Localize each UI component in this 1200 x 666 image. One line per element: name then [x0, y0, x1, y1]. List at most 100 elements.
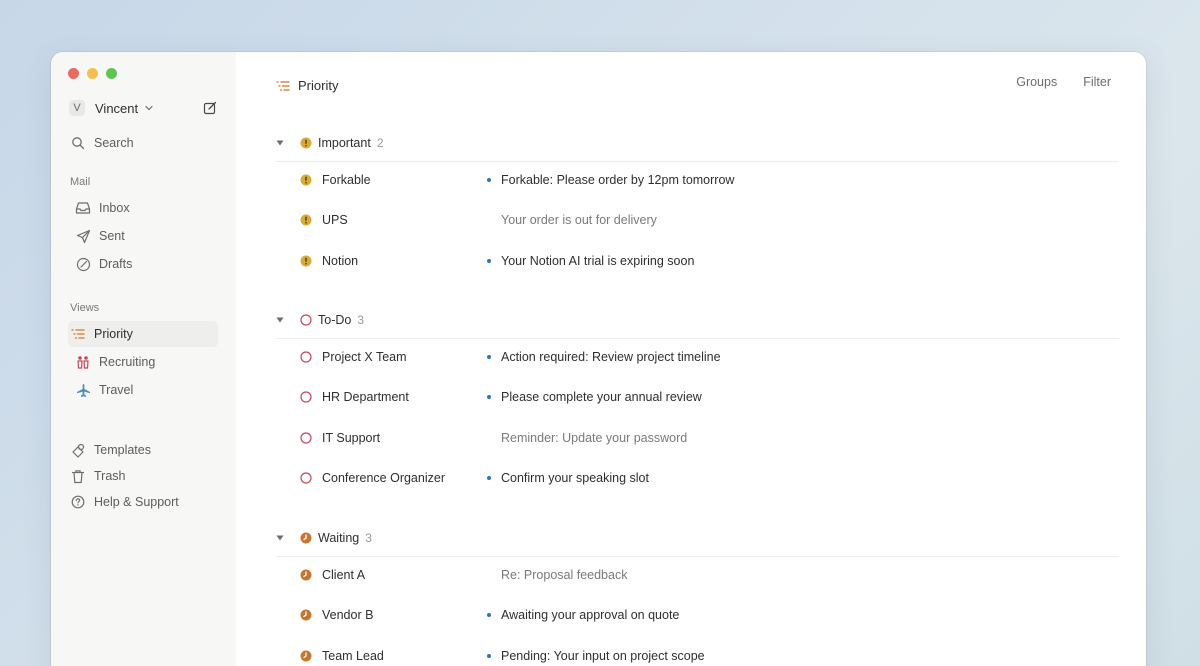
maximize-window-button[interactable] [106, 68, 117, 79]
sidebar-item-templates[interactable]: Templates [68, 437, 218, 463]
email-subject: Please complete your annual review [501, 390, 702, 405]
views-section-label: Views [70, 302, 100, 314]
exclamation-icon [300, 174, 312, 186]
email-sender: Notion [322, 253, 359, 268]
unread-dot [487, 613, 491, 618]
email-subject: Pending: Your input on project scope [501, 648, 705, 663]
send-icon [75, 228, 91, 244]
unread-dot [487, 395, 491, 400]
clock-icon [300, 532, 312, 544]
account-switcher[interactable]: V Vincent [69, 98, 218, 118]
exclamation-icon [300, 137, 312, 149]
email-sender: UPS [322, 213, 348, 228]
email-row[interactable]: Vendor B Awaiting your approval on quote [300, 605, 1119, 625]
email-subject: Action required: Review project timeline [501, 350, 721, 364]
search-button[interactable]: Search [68, 130, 218, 156]
circle-icon [300, 431, 312, 444]
sidebar-item-label: Inbox [99, 201, 130, 215]
unread-dot [487, 355, 491, 359]
unread-dot [487, 258, 491, 263]
chevron-down-icon [145, 105, 153, 111]
email-row[interactable]: Project X Team Action required: Review pr… [300, 347, 1119, 367]
sidebar-item-label: Recruiting [99, 355, 156, 369]
groups-button[interactable]: Groups [1016, 75, 1057, 89]
sidebar: V Vincent Search Mail Inbox Sent Drafts … [51, 52, 236, 666]
mail-section-label: Mail [70, 176, 91, 188]
group-label: To-Do [318, 312, 352, 327]
sidebar-item-drafts[interactable]: Drafts [73, 251, 218, 277]
page-title: Priority [276, 78, 338, 93]
priority-list-icon [276, 80, 290, 91]
app-window: V Vincent Search Mail Inbox Sent Drafts … [51, 52, 1146, 666]
group-label: Important [318, 135, 371, 150]
account-name: Vincent [95, 100, 139, 116]
people-icon [75, 354, 91, 370]
main-content: Priority Groups Filter Important 2 Forkabl… [236, 52, 1146, 666]
email-row[interactable]: Team Lead Pending: Your input on project … [300, 646, 1119, 666]
sidebar-item-priority[interactable]: Priority [68, 321, 218, 347]
email-subject: Your order is out for delivery [501, 213, 657, 228]
email-sender: Vendor B [322, 608, 374, 623]
sidebar-item-trash[interactable]: Trash [68, 463, 218, 489]
filter-button[interactable]: Filter [1083, 75, 1111, 89]
group-label: Waiting [318, 530, 360, 545]
email-sender: Project X Team [322, 350, 407, 364]
unread-dot [487, 653, 491, 658]
email-sender: Client A [322, 568, 366, 582]
email-row[interactable]: UPS Your order is out for delivery [300, 210, 1119, 230]
trash-icon [70, 468, 86, 484]
email-sender: IT Support [322, 430, 381, 445]
search-label: Search [94, 136, 134, 150]
email-row[interactable]: Forkable Forkable: Please order by 12pm t… [300, 170, 1119, 190]
email-sender: Conference Organizer [322, 470, 445, 485]
email-row[interactable]: Notion Your Notion AI trial is expiring s… [300, 251, 1119, 271]
email-row[interactable]: IT Support Reminder: Update your password [300, 428, 1119, 448]
sidebar-item-travel[interactable]: Travel [73, 377, 218, 403]
email-subject: Forkable: Please order by 12pm tomorrow [501, 173, 735, 187]
circle-icon [300, 472, 312, 484]
sidebar-item-label: Help & Support [94, 495, 179, 509]
sidebar-item-help[interactable]: Help & Support [68, 489, 218, 515]
close-window-button[interactable] [68, 68, 79, 79]
compose-icon[interactable] [202, 100, 218, 116]
email-subject: Your Notion AI trial is expiring soon [501, 253, 695, 268]
sidebar-item-label: Priority [94, 327, 133, 341]
unread-indicator [487, 613, 499, 618]
email-row[interactable]: Client A Re: Proposal feedback [300, 565, 1119, 585]
unread-indicator [487, 395, 499, 400]
drafts-icon [75, 256, 91, 272]
group-count: 3 [357, 312, 365, 327]
window-controls [68, 68, 117, 79]
group-header[interactable]: Important 2 [276, 132, 1119, 162]
exclamation-icon [300, 214, 312, 226]
search-icon [70, 135, 86, 151]
templates-icon [70, 442, 86, 458]
sidebar-item-label: Templates [94, 443, 151, 457]
disclosure-triangle-icon[interactable] [276, 139, 284, 147]
sidebar-item-label: Sent [99, 229, 125, 243]
group-header[interactable]: To-Do 3 [276, 309, 1119, 339]
email-subject: Awaiting your approval on quote [501, 608, 680, 623]
circle-icon [300, 351, 312, 363]
circle-icon [300, 313, 312, 326]
email-row[interactable]: HR Department Please complete your annual… [300, 387, 1119, 407]
email-sender: HR Department [322, 390, 409, 405]
page-title-label: Priority [298, 78, 339, 93]
email-subject: Reminder: Update your password [501, 430, 688, 445]
group-header[interactable]: Waiting 3 [276, 527, 1119, 557]
inbox-icon [75, 200, 91, 216]
sidebar-item-inbox[interactable]: Inbox [73, 195, 218, 221]
sidebar-item-label: Travel [99, 383, 134, 397]
minimize-window-button[interactable] [87, 68, 98, 79]
clock-icon [300, 569, 312, 581]
disclosure-triangle-icon[interactable] [276, 316, 284, 324]
unread-indicator [487, 258, 499, 263]
disclosure-triangle-icon[interactable] [276, 534, 284, 542]
group-count: 2 [376, 135, 384, 150]
sidebar-item-label: Drafts [99, 257, 133, 271]
circle-icon [300, 391, 312, 403]
group-count: 3 [365, 530, 372, 545]
sidebar-item-recruiting[interactable]: Recruiting [73, 349, 218, 375]
sidebar-item-sent[interactable]: Sent [73, 223, 218, 249]
email-row[interactable]: Conference Organizer Confirm your speakin… [300, 468, 1119, 488]
